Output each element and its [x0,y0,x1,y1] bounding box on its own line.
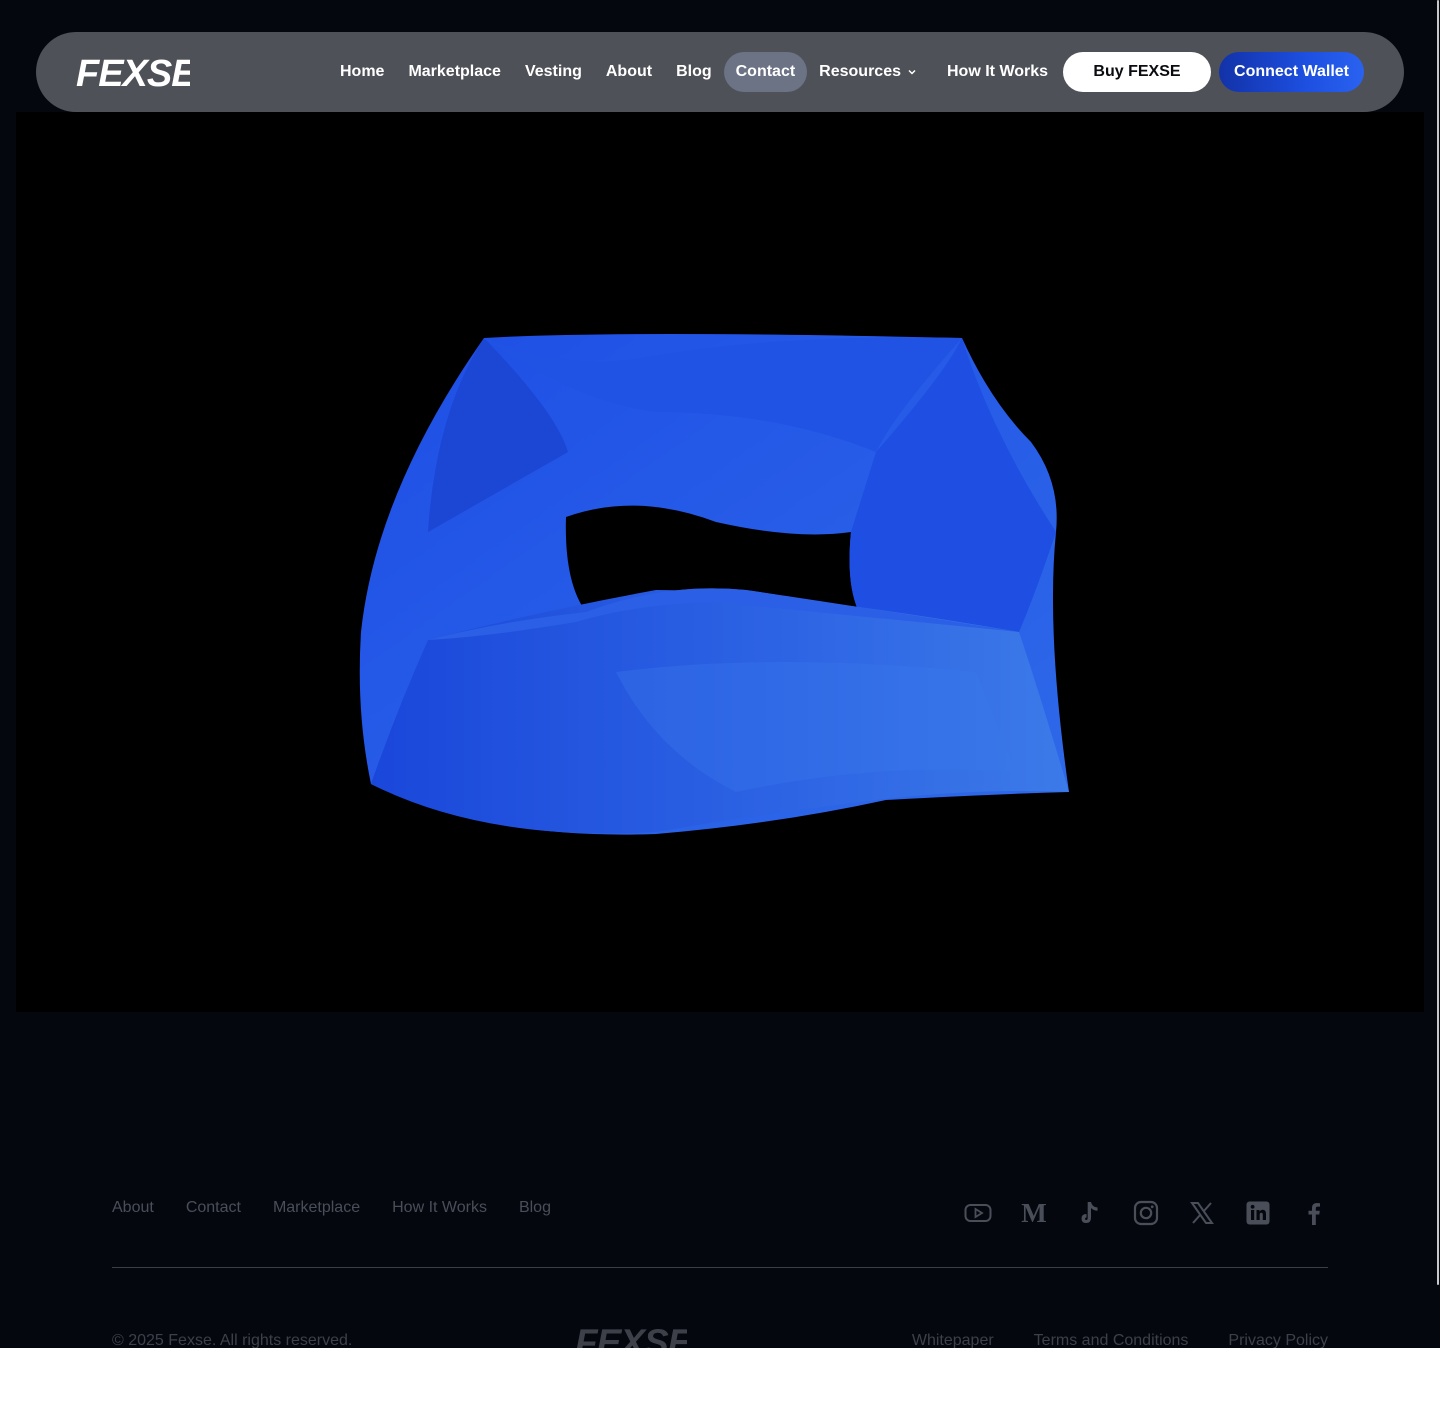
nav-home-label: Home [340,63,385,80]
buy-fexse-button[interactable]: Buy FEXSE [1063,52,1211,92]
medium-link[interactable]: M [1018,1196,1050,1230]
nav-resources-label: Resources [819,63,901,80]
nav-blog[interactable]: Blog [664,52,724,92]
nav-about-label: About [605,63,653,80]
nav-how-it-works-label: How It Works [947,63,1049,80]
copyright-text: © 2025 Fexse. All rights reserved. [112,1332,353,1348]
nav-vesting-label: Vesting [524,63,582,80]
tiktok-icon [1081,1202,1098,1223]
footer-nav: About Contact Marketplace How It Works B… [112,1196,583,1220]
nav-vesting[interactable]: Vesting [513,52,594,92]
chevron-down-icon [908,69,916,75]
linkedin-link[interactable] [1242,1196,1274,1230]
x-icon [1190,1202,1214,1224]
legal-links: Whitepaper Terms and Conditions Privacy … [872,1330,1328,1348]
medium-icon: M [1021,1198,1046,1228]
nav-contact[interactable]: Contact [723,52,808,92]
youtube-link[interactable] [962,1196,994,1230]
footer-logo-wordmark: FEXSE [575,1323,687,1348]
page: FEXSE Home Marketplace Vesting About Blo… [0,0,1440,1348]
nav-marketplace[interactable]: Marketplace [396,52,513,92]
hero-visual [16,112,1424,1012]
instagram-icon [1133,1200,1159,1226]
logo-wordmark: FEXSE [76,54,190,90]
youtube-icon [964,1204,992,1222]
svg-text:M: M [1021,1198,1046,1228]
footer-link-blog[interactable]: Blog [519,1196,551,1220]
nav-blog-label: Blog [676,63,712,80]
footer-link-contact[interactable]: Contact [186,1196,241,1220]
nav-home[interactable]: Home [328,52,396,92]
facebook-link[interactable] [1298,1196,1330,1230]
footer-link-marketplace[interactable]: Marketplace [273,1196,360,1220]
tiktok-link[interactable] [1074,1196,1106,1230]
blue-twisted-ring-graphic [359,334,1069,835]
footer-fexse-logo[interactable]: FEXSE [575,1323,687,1348]
nav-resources[interactable]: Resources [807,52,929,92]
footer-link-how-it-works[interactable]: How It Works [392,1196,487,1220]
privacy-policy-link[interactable]: Privacy Policy [1228,1330,1328,1348]
scrollbar-thumb[interactable] [1437,0,1439,1285]
nav-contact-label: Contact [735,63,796,80]
nav-about[interactable]: About [594,52,664,92]
whitepaper-link[interactable]: Whitepaper [912,1330,994,1348]
connect-wallet-button[interactable]: Connect Wallet [1219,52,1364,92]
footer-divider [112,1267,1328,1268]
nav-marketplace-label: Marketplace [408,63,501,80]
facebook-icon [1308,1203,1320,1225]
x-link[interactable] [1186,1196,1218,1230]
terms-link[interactable]: Terms and Conditions [1034,1330,1189,1348]
fexse-logo[interactable]: FEXSE [76,54,190,90]
footer-link-about[interactable]: About [112,1196,154,1220]
main-nav: Home Marketplace Vesting About Blog Cont… [328,52,1060,92]
linkedin-icon [1246,1201,1270,1225]
instagram-link[interactable] [1130,1196,1162,1230]
nav-how-it-works[interactable]: How It Works [935,52,1060,92]
social-links: M [962,1196,1354,1230]
